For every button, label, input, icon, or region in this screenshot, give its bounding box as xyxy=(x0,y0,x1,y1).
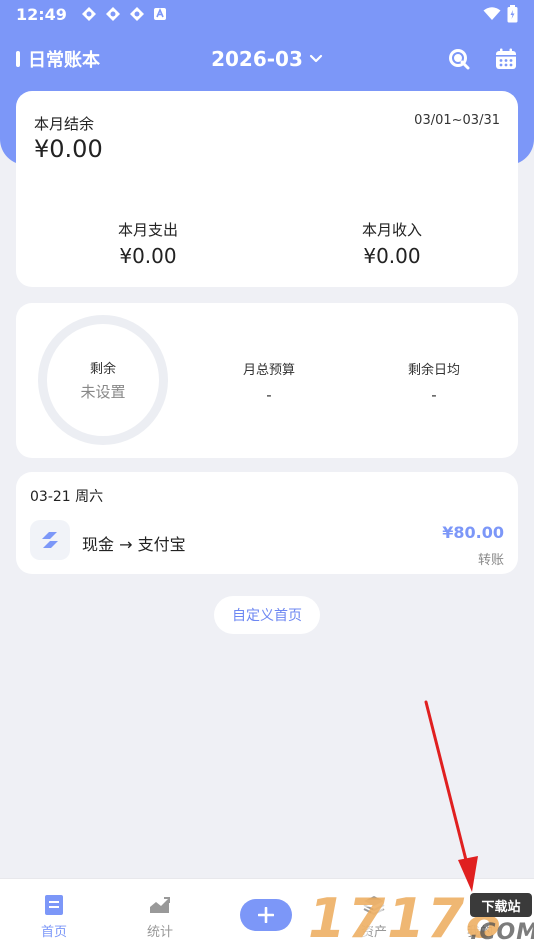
income-label: 本月收入 xyxy=(361,221,422,239)
monthly-budget-stat: 月总预算 - xyxy=(209,359,329,404)
daily-average-label: 剩余日均 xyxy=(407,363,460,378)
battery-icon xyxy=(507,5,518,23)
calendar-icon xyxy=(496,48,516,69)
wifi-icon xyxy=(483,7,501,20)
chart-icon xyxy=(150,897,170,913)
search-icon xyxy=(449,49,470,70)
expense-value: ¥0.00 xyxy=(119,244,177,268)
system-icons xyxy=(483,5,518,23)
watermark-suffix: .COM xyxy=(470,920,534,945)
tab-statistics[interactable]: 统计 xyxy=(120,893,200,940)
search-button[interactable] xyxy=(447,47,471,71)
transaction-date: 03-21 周六 xyxy=(30,489,104,505)
tab-statistics-label: 统计 xyxy=(146,925,173,940)
income-value: ¥0.00 xyxy=(363,244,421,268)
notification-icons xyxy=(81,6,167,22)
calendar-button[interactable] xyxy=(494,47,518,71)
remaining-value: 未设置 xyxy=(80,383,126,401)
monthly-summary-card[interactable]: 本月结余 03/01~03/31 ¥0.00 本月支出 ¥0.00 本月收入 ¥… xyxy=(16,91,518,287)
transaction-type: 转账 xyxy=(477,553,504,568)
balance-value: ¥0.00 xyxy=(34,135,103,163)
notification-icon xyxy=(105,7,120,21)
transaction-group: 03-21 周六 现金 → 支付宝 ¥80.00 转账 xyxy=(16,472,518,574)
income-stat: 本月收入 ¥0.00 xyxy=(312,219,472,268)
transaction-amount: ¥80.00 xyxy=(442,523,504,542)
status-time: 12:49 xyxy=(16,4,67,24)
month-label: 2026-03 xyxy=(211,47,303,71)
book-selector[interactable]: 日常账本 xyxy=(16,46,100,72)
daily-average-value: - xyxy=(431,386,437,404)
expense-label: 本月支出 xyxy=(117,221,178,239)
remaining-label: 剩余 xyxy=(89,362,116,377)
plus-icon xyxy=(258,907,274,923)
watermark-badge: 下载站 xyxy=(470,893,532,917)
transaction-name: 现金 → 支付宝 xyxy=(82,535,186,554)
app-header: 日常账本 2026-03 xyxy=(0,38,534,80)
balance-label: 本月结余 xyxy=(34,115,95,133)
date-range: 03/01~03/31 xyxy=(414,113,500,128)
book-indicator xyxy=(16,51,20,67)
status-bar: 12:49 xyxy=(0,0,534,28)
budget-ring: 剩余 未设置 xyxy=(38,315,168,445)
daily-average-stat: 剩余日均 - xyxy=(374,359,494,404)
add-record-button[interactable] xyxy=(240,899,292,931)
customize-home-button[interactable]: 自定义首页 xyxy=(214,596,320,634)
transfer-icon xyxy=(30,520,70,560)
monthly-budget-value: - xyxy=(266,386,272,404)
monthly-budget-label: 月总预算 xyxy=(242,363,295,378)
notification-icon xyxy=(81,7,96,21)
month-picker[interactable]: 2026-03 xyxy=(207,47,327,71)
app-notification-icon xyxy=(153,7,166,20)
tab-home[interactable]: 首页 xyxy=(14,893,94,940)
expense-stat: 本月支出 ¥0.00 xyxy=(68,219,228,268)
tab-home-label: 首页 xyxy=(40,925,67,940)
budget-card[interactable]: 剩余 未设置 月总预算 - 剩余日均 - xyxy=(16,303,518,458)
book-name: 日常账本 xyxy=(28,50,100,71)
home-icon xyxy=(45,895,63,915)
chevron-down-icon xyxy=(309,54,322,63)
notification-icon xyxy=(129,7,144,21)
